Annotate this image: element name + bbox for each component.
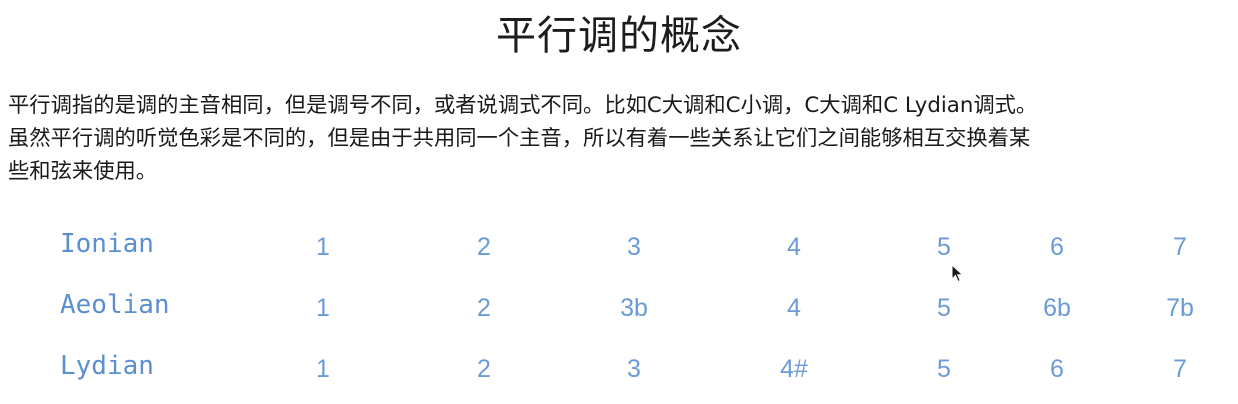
mode-degree-table: Ionian 1 2 3 4 5 6 7 Aeolian 1 2 3b 4 5 6b 7b Lydian 1 2 3 4… (0, 0, 1238, 404)
mode-name-ionian: Ionian (60, 229, 154, 259)
scale-degree: 1 (316, 355, 330, 383)
scale-degree: 4 (787, 233, 801, 261)
scale-degree: 7 (1173, 233, 1187, 261)
scale-degree: 2 (477, 355, 491, 383)
mode-name-aeolian: Aeolian (60, 290, 170, 320)
scale-degree: 2 (477, 233, 491, 261)
scale-degree: 6 (1050, 233, 1064, 261)
scale-degree: 3 (627, 233, 641, 261)
scale-degree: 1 (316, 233, 330, 261)
mode-name-lydian: Lydian (60, 351, 154, 381)
scale-degree: 6 (1050, 355, 1064, 383)
scale-degree: 5 (937, 355, 951, 383)
scale-degree: 5 (937, 233, 951, 261)
scale-degree: 2 (477, 294, 491, 322)
scale-degree: 3b (620, 294, 648, 322)
scale-degree: 3 (627, 355, 641, 383)
scale-degree: 6b (1043, 294, 1071, 322)
scale-degree: 4# (780, 355, 808, 383)
scale-degree: 7 (1173, 355, 1187, 383)
scale-degree: 5 (937, 294, 951, 322)
scale-degree: 1 (316, 294, 330, 322)
scale-degree: 7b (1166, 294, 1194, 322)
scale-degree: 4 (787, 294, 801, 322)
slide: 平行调的概念 平行调指的是调的主音相同，但是调号不同，或者说调式不同。比如C大调… (0, 0, 1238, 404)
